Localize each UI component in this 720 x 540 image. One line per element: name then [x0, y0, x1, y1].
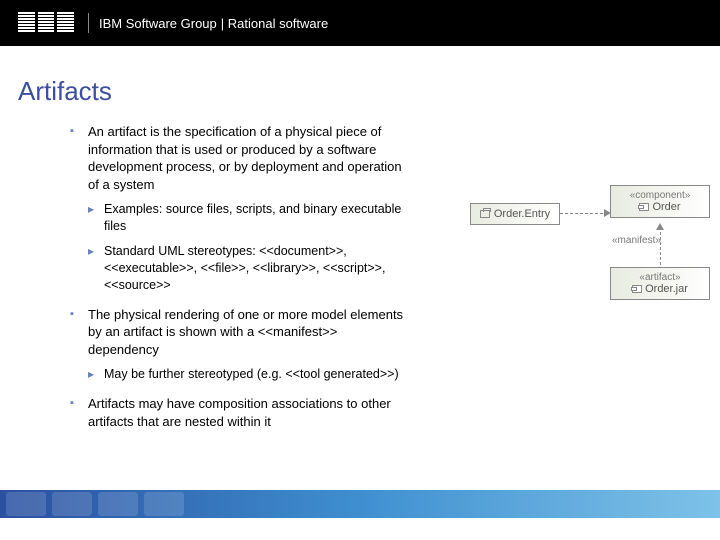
order-label: Order — [652, 201, 680, 213]
bullet-1: An artifact is the specification of a ph… — [70, 123, 410, 294]
diagram-box-artifact: «artifact» Order.jar — [610, 267, 710, 300]
bullet-1-text: An artifact is the specification of a ph… — [88, 124, 402, 192]
order-jar-label: Order.jar — [645, 283, 688, 295]
footer-thumbnail-3 — [98, 492, 138, 516]
bullet-2-text: The physical rendering of one or more mo… — [88, 307, 403, 357]
diagram-box-order-entry: Order.Entry — [470, 203, 560, 225]
slide-body: An artifact is the specification of a ph… — [0, 123, 720, 442]
slide: IBM Software Group | Rational software A… — [0, 0, 720, 540]
banner-product: | Rational software — [221, 16, 328, 31]
bullet-1-sub-2: Standard UML stereotypes: <<document>>, … — [88, 243, 410, 294]
order-entry-label: Order.Entry — [494, 207, 550, 221]
dash-line-1 — [560, 213, 608, 214]
manifest-label: «manifest» — [612, 235, 661, 246]
arrow-up-icon — [656, 223, 664, 230]
banner-text: IBM Software Group | Rational software — [99, 16, 328, 31]
ibm-logo-icon — [18, 12, 74, 34]
banner-group: IBM Software Group — [99, 16, 217, 31]
bullet-2-sub-1: May be further stereotyped (e.g. <<tool … — [88, 366, 410, 383]
artifact-icon — [632, 285, 642, 293]
banner-divider — [88, 13, 89, 33]
bullet-1-sub-1: Examples: source files, scripts, and bin… — [88, 201, 410, 235]
footer-thumbnail-2 — [52, 492, 92, 516]
bullet-2: The physical rendering of one or more mo… — [70, 306, 410, 384]
diagram-box-order-component: «component» Order — [610, 185, 710, 218]
package-icon — [480, 210, 490, 218]
dash-line-2 — [660, 227, 661, 265]
component-icon — [639, 203, 649, 211]
component-stereotype: «component» — [617, 190, 703, 201]
bullet-3: Artifacts may have composition associati… — [70, 395, 410, 430]
footer-thumbnail-4 — [144, 492, 184, 516]
footer-thumbnail-1 — [6, 492, 46, 516]
bullet-column: An artifact is the specification of a ph… — [70, 123, 450, 442]
footer-bar — [0, 490, 720, 518]
top-banner: IBM Software Group | Rational software — [0, 0, 720, 46]
artifact-stereotype: «artifact» — [617, 272, 703, 283]
slide-title: Artifacts — [18, 76, 720, 107]
